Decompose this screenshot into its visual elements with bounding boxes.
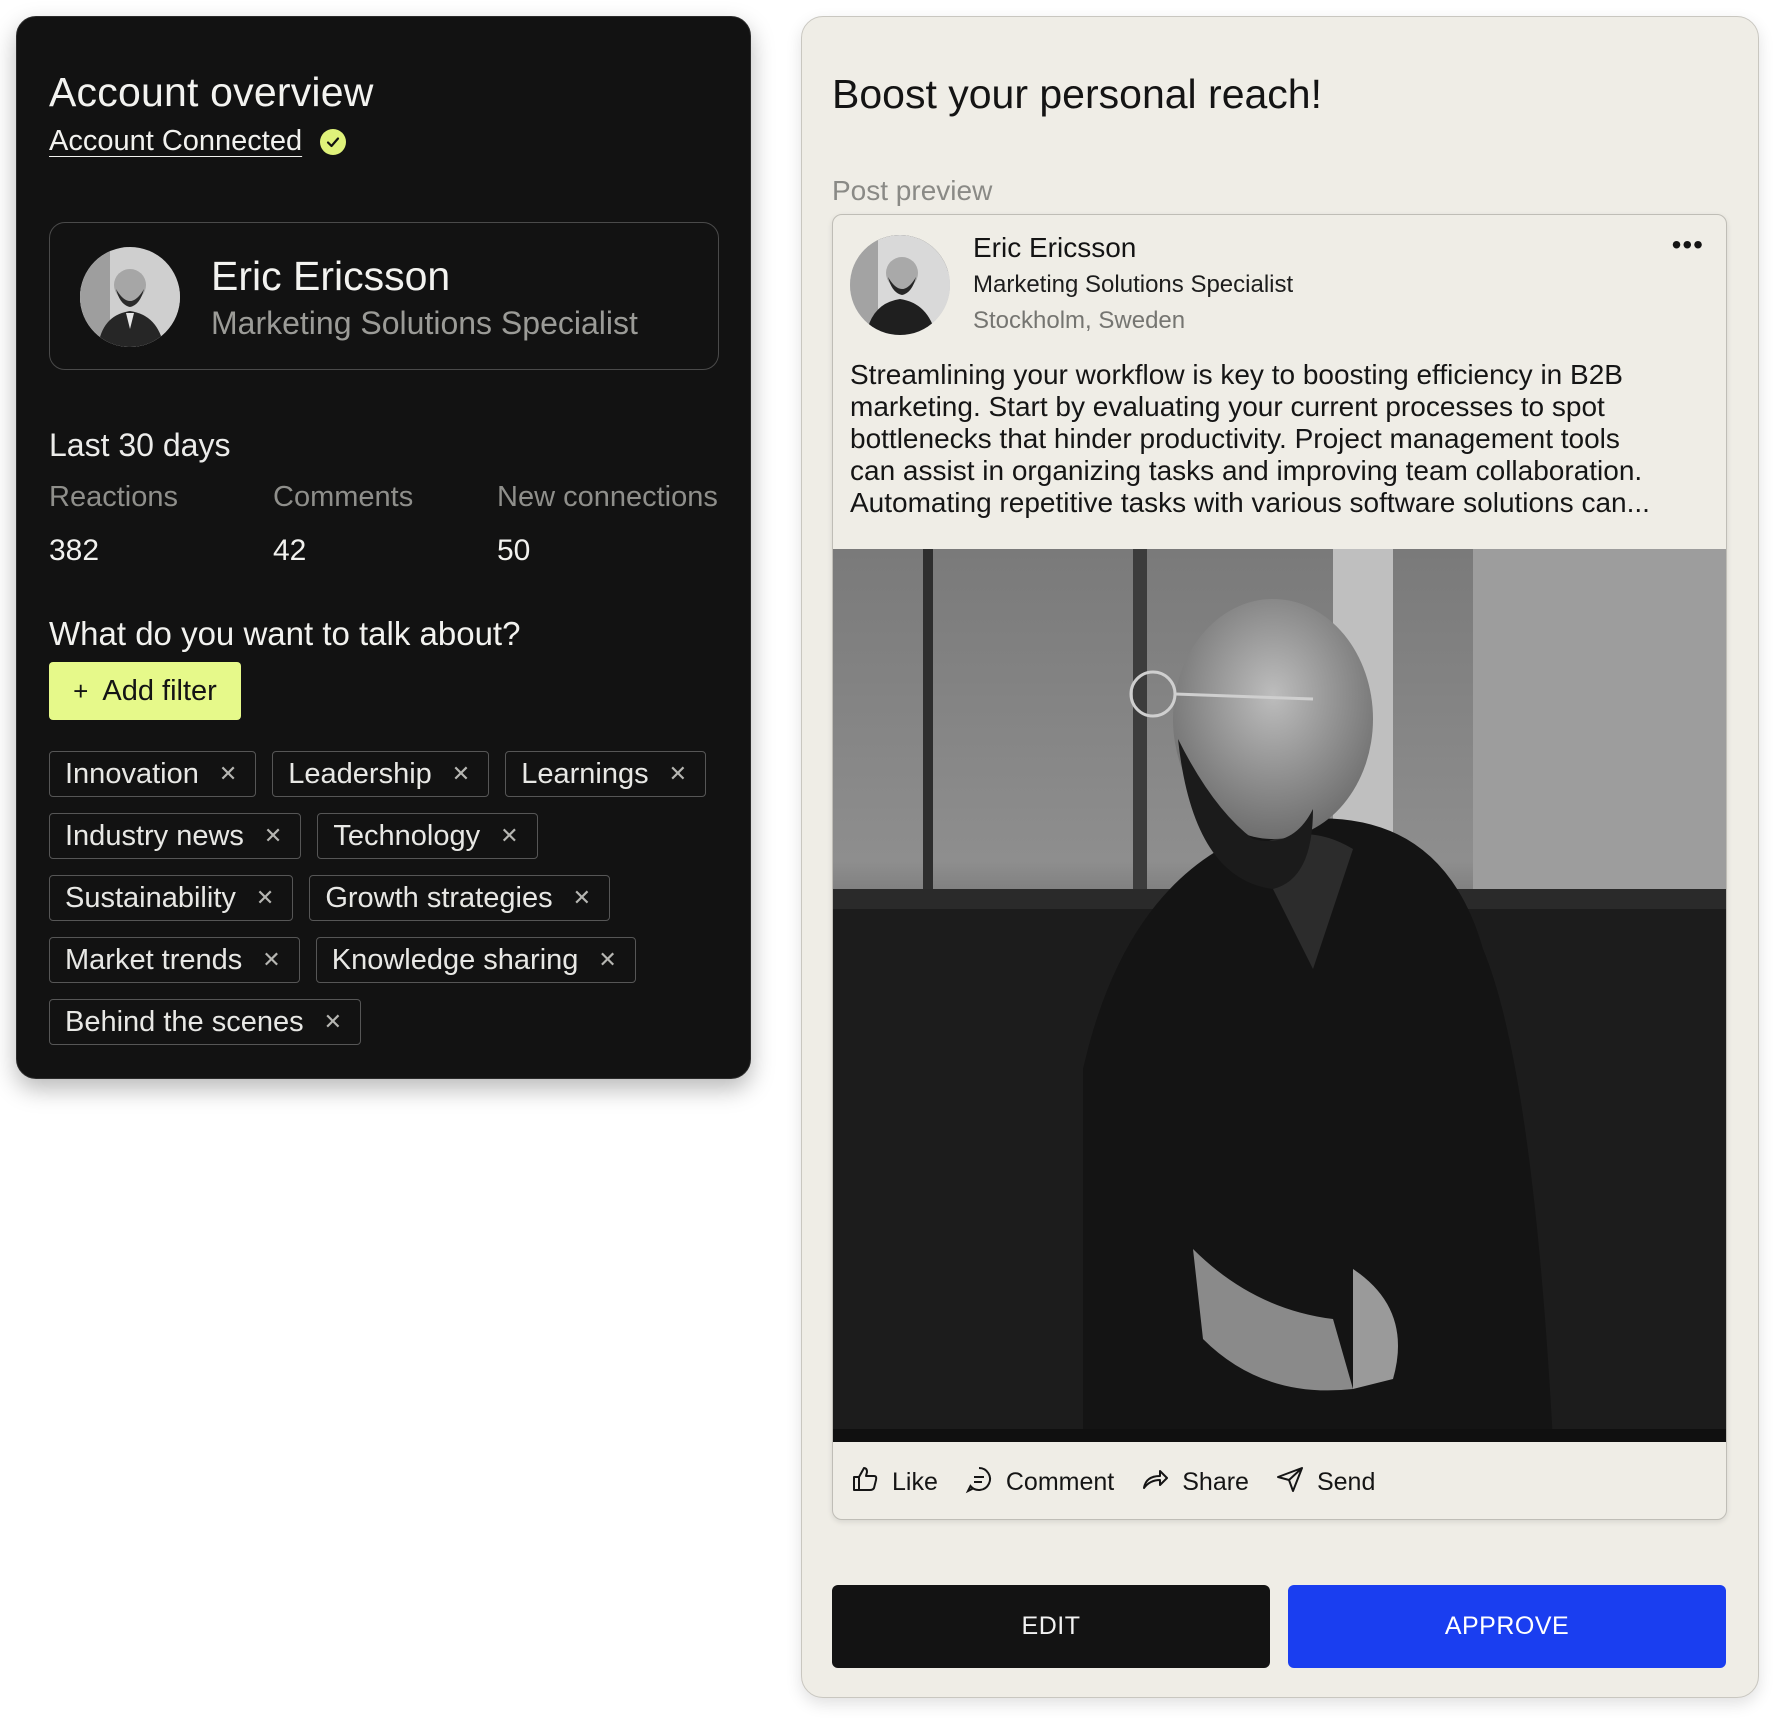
profile-name: Eric Ericsson (211, 253, 451, 299)
stat-reactions: Reactions 382 (49, 481, 178, 568)
share-arrow-icon (1140, 1464, 1170, 1501)
remove-tag-icon[interactable]: ✕ (573, 885, 591, 911)
tag-innovation: Innovation ✕ (49, 751, 257, 797)
topic-tags: Innovation ✕ Leadership ✕ Learnings ✕ Indus… (49, 751, 739, 1061)
post-author-location: Stockholm, Sweden (973, 307, 1186, 334)
tag-leadership: Leadership ✕ (272, 751, 490, 797)
approve-button[interactable]: APPROVE (1288, 1585, 1726, 1668)
stat-comments: Comments 42 (273, 481, 413, 568)
tag-growth-strategies: Growth strategies ✕ (309, 875, 611, 921)
account-connected-link[interactable]: Account Connected (49, 125, 302, 158)
post-author-name: Eric Ericsson (973, 232, 1137, 263)
tag-sustainability: Sustainability ✕ (49, 875, 294, 921)
stat-value: 50 (497, 534, 531, 567)
post-preview-card: Boost your personal reach! Post preview … (801, 16, 1759, 1698)
thumbs-up-icon (850, 1464, 880, 1501)
remove-tag-icon[interactable]: ✕ (669, 761, 687, 787)
remove-tag-icon[interactable]: ✕ (256, 885, 274, 911)
preview-subtitle: Post preview (832, 175, 993, 206)
send-button[interactable]: Send (1275, 1464, 1375, 1501)
post-actions: Like Comment Share Send (850, 1464, 1375, 1501)
post-body: Streamlining your workflow is key to boo… (850, 359, 1650, 518)
post-author-role: Marketing Solutions Specialist (973, 271, 1294, 298)
avatar (80, 247, 180, 347)
stat-value: 382 (49, 534, 100, 567)
stat-label: Comments (273, 481, 414, 513)
profile-title: Marketing Solutions Specialist (211, 305, 638, 341)
add-filter-label: Add filter (102, 674, 217, 707)
stat-new-connections: New connections 50 (497, 481, 718, 568)
check-circle-icon (320, 128, 347, 155)
remove-tag-icon[interactable]: ✕ (452, 761, 470, 787)
post-author-avatar (850, 235, 950, 335)
remove-tag-icon[interactable]: ✕ (500, 823, 518, 849)
remove-tag-icon[interactable]: ✕ (264, 823, 282, 849)
post-card: Eric Ericsson Marketing Solutions Specia… (832, 214, 1727, 1520)
plus-icon: + (73, 675, 89, 706)
stat-value: 42 (273, 534, 307, 567)
account-overview-card: Account overview Account Connected Eric … (16, 16, 751, 1079)
profile-card: Eric Ericsson Marketing Solutions Specia… (49, 222, 719, 370)
tag-industry-news: Industry news ✕ (49, 813, 302, 859)
remove-tag-icon[interactable]: ✕ (262, 947, 280, 973)
comment-button[interactable]: Comment (964, 1464, 1114, 1501)
tag-market-trends: Market trends ✕ (49, 937, 300, 983)
add-filter-button[interactable]: + Add filter (49, 662, 241, 720)
stat-label: Reactions (49, 481, 178, 513)
topics-heading: What do you want to talk about? (49, 615, 521, 652)
share-button[interactable]: Share (1140, 1464, 1249, 1501)
account-overview-title: Account overview (49, 69, 374, 115)
more-dots-icon[interactable]: ••• (1672, 229, 1704, 261)
account-connected-row: Account Connected (49, 125, 347, 158)
tag-behind-the-scenes: Behind the scenes ✕ (49, 999, 362, 1045)
tag-technology: Technology ✕ (317, 813, 538, 859)
tag-learnings: Learnings ✕ (505, 751, 707, 797)
remove-tag-icon[interactable]: ✕ (598, 947, 616, 973)
post-photo (833, 549, 1726, 1442)
like-button[interactable]: Like (850, 1464, 938, 1501)
comment-icon (964, 1464, 994, 1501)
preview-title: Boost your personal reach! (832, 71, 1322, 117)
send-plane-icon (1275, 1464, 1305, 1501)
remove-tag-icon[interactable]: ✕ (219, 761, 237, 787)
period-label: Last 30 days (49, 427, 231, 463)
edit-button[interactable]: EDIT (832, 1585, 1270, 1668)
remove-tag-icon[interactable]: ✕ (324, 1009, 342, 1035)
stat-label: New connections (497, 481, 718, 513)
tag-knowledge-sharing: Knowledge sharing ✕ (315, 937, 636, 983)
